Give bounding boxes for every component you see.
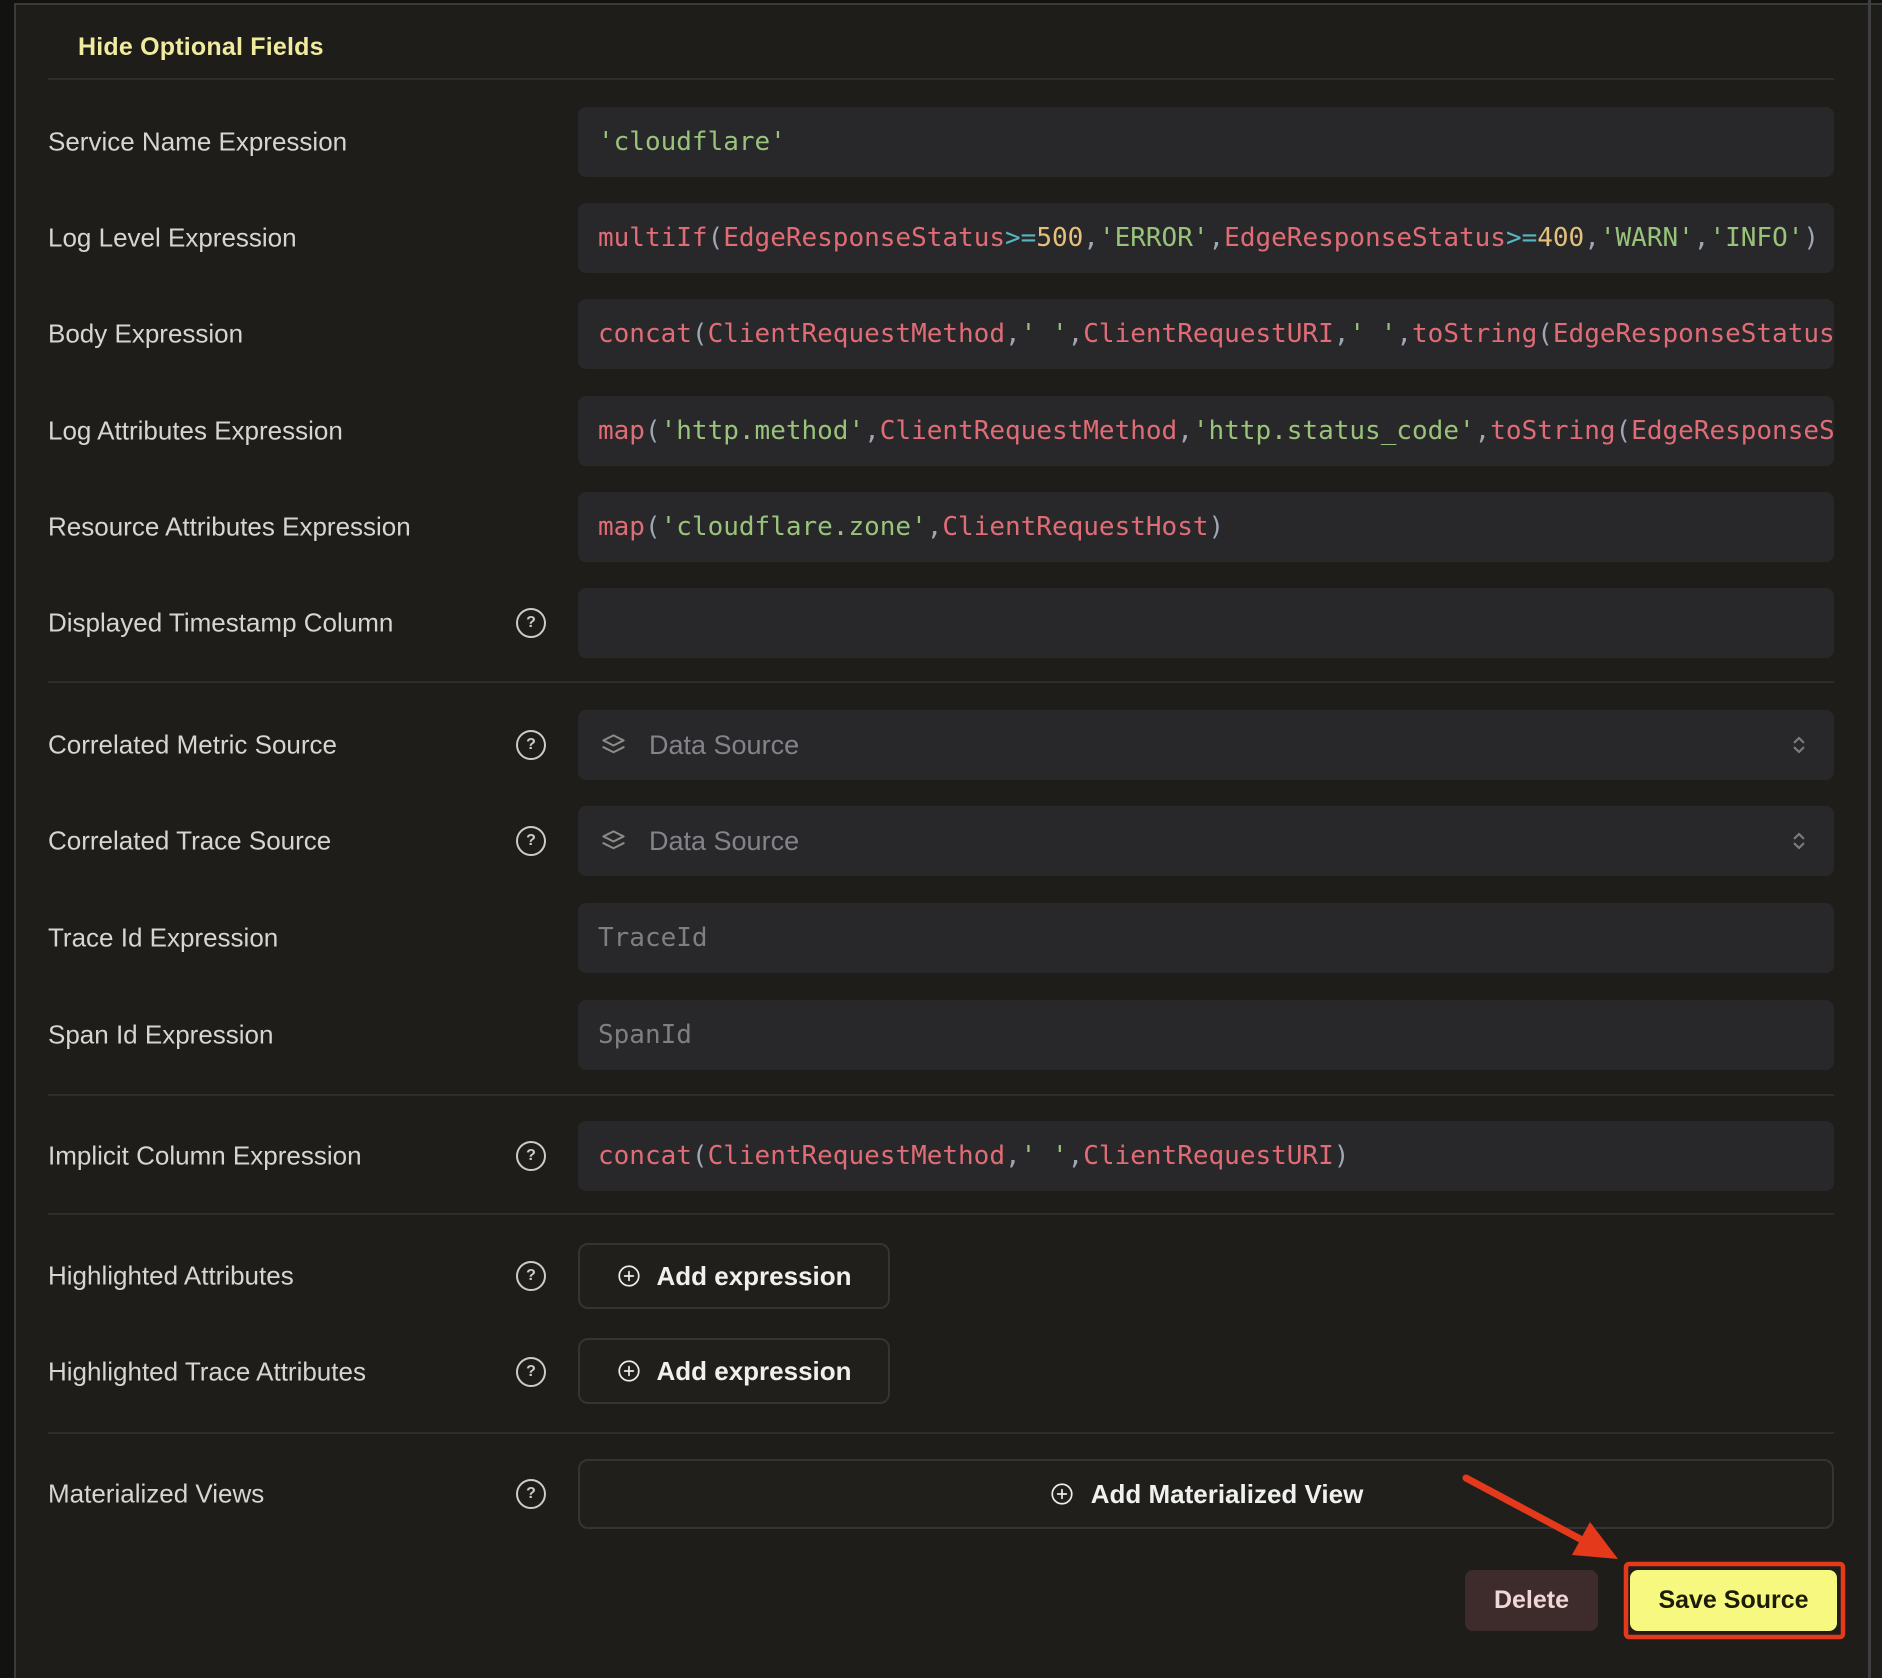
field-label: Displayed Timestamp Column: [48, 608, 393, 639]
circle-plus-icon: [616, 1358, 642, 1384]
help-icon[interactable]: ?: [516, 1261, 546, 1291]
add-expression-button[interactable]: Add expression: [578, 1243, 890, 1309]
section-divider: [48, 78, 1834, 80]
circle-plus-icon: [1049, 1481, 1075, 1507]
button-label: Add expression: [656, 1261, 851, 1292]
field-label: Body Expression: [48, 319, 243, 350]
help-icon[interactable]: ?: [516, 1357, 546, 1387]
form-row-displayed-timestamp: Displayed Timestamp Column ?: [48, 588, 1834, 658]
resource-attributes-expression-input[interactable]: map('cloudflare.zone', ClientRequestHost…: [578, 492, 1834, 562]
hide-optional-fields-toggle[interactable]: Hide Optional Fields: [78, 33, 324, 62]
add-materialized-view-button[interactable]: Add Materialized View: [578, 1459, 1834, 1529]
form-row-resource-attributes: Resource Attributes Expression map('clou…: [48, 492, 1834, 562]
help-icon[interactable]: ?: [516, 826, 546, 856]
field-label: Correlated Metric Source: [48, 730, 337, 761]
field-label: Trace Id Expression: [48, 923, 278, 954]
section-divider: [48, 1432, 1834, 1434]
field-label: Correlated Trace Source: [48, 826, 331, 857]
form-row-span-id: Span Id Expression: [48, 1000, 1834, 1070]
displayed-timestamp-column-input[interactable]: [578, 588, 1834, 658]
question-mark-icon: ?: [526, 1364, 536, 1380]
field-label: Service Name Expression: [48, 127, 347, 158]
save-source-button[interactable]: Save Source: [1630, 1570, 1837, 1631]
question-mark-icon: ?: [526, 833, 536, 849]
log-level-expression-input[interactable]: multiIf(EdgeResponseStatus >= 500, 'ERRO…: [578, 203, 1834, 273]
form-row-implicit-column: Implicit Column Expression ? concat(Clie…: [48, 1121, 1834, 1191]
field-label: Log Level Expression: [48, 223, 297, 254]
question-mark-icon: ?: [526, 1268, 536, 1284]
span-id-expression-input[interactable]: [578, 1000, 1834, 1070]
field-label: Materialized Views: [48, 1479, 264, 1510]
form-row-body: Body Expression concat(ClientRequestMeth…: [48, 299, 1834, 369]
trace-id-expression-input[interactable]: [578, 903, 1834, 973]
question-mark-icon: ?: [526, 615, 536, 631]
select-placeholder: Data Source: [649, 730, 799, 761]
question-mark-icon: ?: [526, 1486, 536, 1502]
scrollbar[interactable]: [1868, 0, 1871, 1678]
body-expression-input[interactable]: concat(ClientRequestMethod, ' ', ClientR…: [578, 299, 1834, 369]
form-row-correlated-trace-source: Correlated Trace Source ? Data Source: [48, 806, 1834, 876]
field-label: Implicit Column Expression: [48, 1141, 362, 1172]
circle-plus-icon: [616, 1263, 642, 1289]
correlated-metric-source-select[interactable]: Data Source: [578, 710, 1834, 780]
field-label: Span Id Expression: [48, 1020, 273, 1051]
field-label: Highlighted Attributes: [48, 1261, 294, 1292]
form-row-trace-id: Trace Id Expression: [48, 903, 1834, 973]
chevron-up-down-icon: [1786, 732, 1812, 758]
section-divider: [48, 1213, 1834, 1215]
layers-icon: [600, 828, 627, 855]
question-mark-icon: ?: [526, 737, 536, 753]
help-icon[interactable]: ?: [516, 1141, 546, 1171]
help-icon[interactable]: ?: [516, 608, 546, 638]
layers-icon: [600, 732, 627, 759]
button-label: Add Materialized View: [1091, 1479, 1364, 1510]
form-row-materialized-views: Materialized Views ? Add Materialized Vi…: [48, 1459, 1834, 1529]
question-mark-icon: ?: [526, 1148, 536, 1164]
help-icon[interactable]: ?: [516, 730, 546, 760]
form-row-service-name: Service Name Expression 'cloudflare': [48, 107, 1834, 177]
field-label: Log Attributes Expression: [48, 416, 343, 447]
log-attributes-expression-input[interactable]: map('http.method', ClientRequestMethod, …: [578, 396, 1834, 466]
form-row-correlated-metric-source: Correlated Metric Source ? Data Source: [48, 710, 1834, 780]
section-divider: [48, 681, 1834, 683]
form-row-highlighted-trace-attributes: Highlighted Trace Attributes ? Add expre…: [48, 1337, 1834, 1407]
service-name-expression-input[interactable]: 'cloudflare': [578, 107, 1834, 177]
button-label: Add expression: [656, 1356, 851, 1387]
delete-button[interactable]: Delete: [1465, 1570, 1598, 1631]
add-expression-button[interactable]: Add expression: [578, 1338, 890, 1404]
correlated-trace-source-select[interactable]: Data Source: [578, 806, 1834, 876]
form-row-log-attributes: Log Attributes Expression map('http.meth…: [48, 396, 1834, 466]
page: { "header": { "toggle_label": "Hide Opti…: [0, 0, 1882, 1678]
chevron-up-down-icon: [1786, 828, 1812, 854]
section-divider: [48, 1094, 1834, 1096]
select-placeholder: Data Source: [649, 826, 799, 857]
implicit-column-expression-input[interactable]: concat(ClientRequestMethod, ' ', ClientR…: [578, 1121, 1834, 1191]
field-label: Highlighted Trace Attributes: [48, 1357, 366, 1388]
help-icon[interactable]: ?: [516, 1479, 546, 1509]
form-row-highlighted-attributes: Highlighted Attributes ? Add expression: [48, 1242, 1834, 1310]
form-row-log-level: Log Level Expression multiIf(EdgeRespons…: [48, 203, 1834, 273]
field-label: Resource Attributes Expression: [48, 512, 411, 543]
